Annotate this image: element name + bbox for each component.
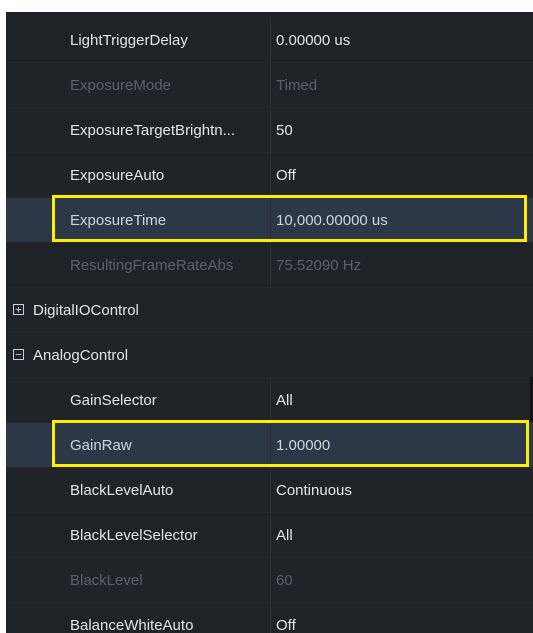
property-value: 60 xyxy=(276,572,293,589)
column-divider xyxy=(270,108,271,153)
column-divider xyxy=(270,243,271,288)
property-grid: LightTriggerDelay 0.00000 us ExposureMod… xyxy=(6,12,533,633)
column-divider xyxy=(270,468,271,513)
exposure-time-highlight-box xyxy=(52,195,527,242)
property-name: ResultingFrameRateAbs xyxy=(70,257,234,274)
category-row-digital-io-control[interactable]: + DigitalIOControl xyxy=(6,288,533,333)
gain-raw-highlight-box xyxy=(52,420,529,467)
property-value: Timed xyxy=(276,77,318,94)
column-divider xyxy=(270,63,271,108)
property-row-black-level-auto[interactable]: BlackLevelAuto Continuous xyxy=(6,468,533,513)
property-value[interactable]: All xyxy=(276,513,526,558)
property-name: LightTriggerDelay xyxy=(70,32,188,49)
property-name: BlackLevelAuto xyxy=(70,482,174,499)
column-divider xyxy=(270,558,271,603)
property-value[interactable]: All xyxy=(276,378,526,423)
property-value[interactable]: Continuous xyxy=(276,468,526,513)
property-name: ExposureTargetBrightn... xyxy=(70,122,236,139)
property-value[interactable]: 0.00000 us xyxy=(276,18,526,63)
column-divider xyxy=(270,513,271,558)
property-row-exposure-auto[interactable]: ExposureAuto Off xyxy=(6,153,533,198)
column-divider xyxy=(270,153,271,198)
property-name: BlackLevelSelector xyxy=(70,527,198,544)
property-value[interactable]: 50 xyxy=(276,108,526,153)
property-value[interactable]: Off xyxy=(276,153,526,198)
category-row-analog-control[interactable]: − AnalogControl xyxy=(6,333,533,378)
property-name: GainSelector xyxy=(70,392,157,409)
property-value[interactable]: Off xyxy=(276,603,526,633)
property-row-black-level: BlackLevel 60 xyxy=(6,558,533,603)
property-row-exposure-mode: ExposureMode Timed xyxy=(6,63,533,108)
property-name: BlackLevel xyxy=(70,572,143,589)
category-name: DigitalIOControl xyxy=(33,302,139,319)
collapse-icon[interactable]: − xyxy=(13,349,24,360)
property-name: ExposureMode xyxy=(70,77,171,94)
column-divider xyxy=(270,603,271,633)
property-row-exposure-target-brightness[interactable]: ExposureTargetBrightn... 50 xyxy=(6,108,533,153)
property-row-light-trigger-delay[interactable]: LightTriggerDelay 0.00000 us xyxy=(6,18,533,63)
property-name: ExposureAuto xyxy=(70,167,165,184)
property-value: 75.52090 Hz xyxy=(276,257,362,274)
column-divider xyxy=(270,378,271,423)
property-row-black-level-selector[interactable]: BlackLevelSelector All xyxy=(6,513,533,558)
category-name: AnalogControl xyxy=(33,347,129,364)
column-divider xyxy=(270,18,271,63)
expand-icon[interactable]: + xyxy=(13,304,24,315)
property-row-resulting-frame-rate-abs: ResultingFrameRateAbs 75.52090 Hz xyxy=(6,243,533,288)
property-row-gain-selector[interactable]: GainSelector All xyxy=(6,378,533,423)
property-row-balance-white-auto[interactable]: BalanceWhiteAuto Off xyxy=(6,603,533,633)
property-name: BalanceWhiteAuto xyxy=(70,617,194,633)
